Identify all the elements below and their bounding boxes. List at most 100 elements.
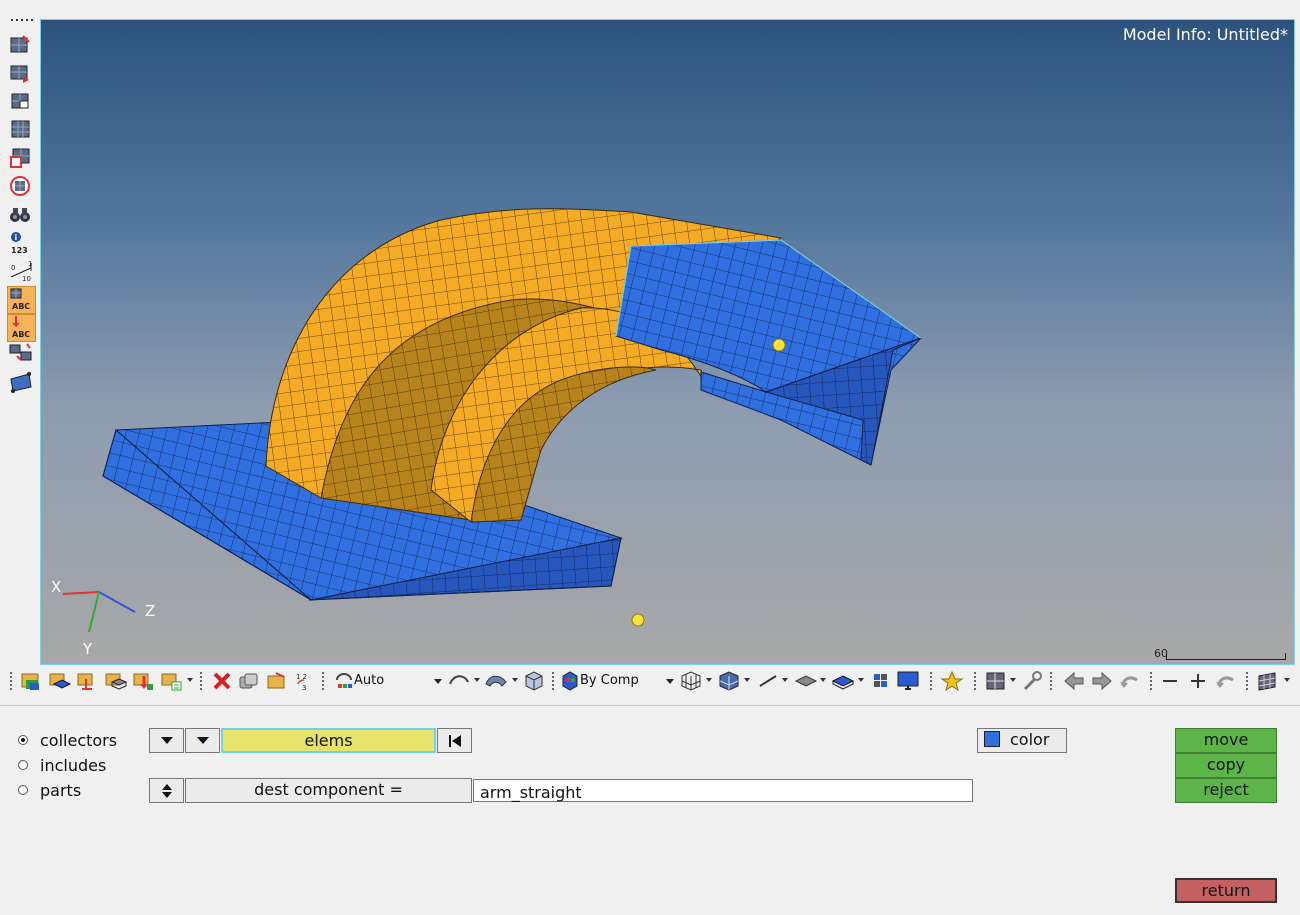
redo-view-icon[interactable] — [1214, 670, 1238, 692]
solid-box-icon[interactable] — [522, 670, 546, 692]
property-icon[interactable] — [104, 670, 128, 692]
reject-button[interactable]: reject — [1175, 778, 1277, 803]
load-collector-icon[interactable] — [132, 670, 156, 692]
wrench-icon[interactable] — [1020, 670, 1044, 692]
svg-text:123: 123 — [11, 246, 28, 255]
elems-selector[interactable]: elems — [221, 728, 436, 753]
dest-toggle[interactable] — [149, 778, 184, 803]
shaded-mesh-icon[interactable] — [717, 670, 741, 692]
color-button[interactable]: color — [977, 728, 1067, 753]
svg-text:Y: Y — [82, 640, 93, 658]
unmask-icon[interactable] — [9, 62, 33, 84]
layout-icon[interactable] — [870, 670, 892, 692]
svg-text:0: 0 — [11, 264, 15, 272]
copy-button[interactable]: copy — [1175, 753, 1277, 778]
abc-down-icon[interactable]: ABC — [7, 314, 36, 342]
previous-view-icon[interactable] — [1062, 670, 1086, 692]
left-toolbar: i 123 0 1 10 ABC ABC — [0, 0, 40, 664]
radio-button[interactable] — [18, 760, 28, 770]
dropdown-arrow[interactable] — [782, 678, 788, 682]
toolbar-separator — [1246, 672, 1248, 690]
toolbar-separator — [552, 672, 554, 690]
surface-icon[interactable] — [9, 371, 33, 393]
organize-icon[interactable] — [238, 670, 262, 692]
mask-icon[interactable] — [9, 34, 33, 56]
set-icon[interactable] — [160, 670, 184, 692]
dropdown-arrow[interactable] — [744, 678, 750, 682]
count-icon[interactable]: i 123 — [9, 231, 33, 257]
import-icon[interactable] — [266, 670, 290, 692]
dropdown-arrow[interactable] — [858, 678, 864, 682]
toolbar-separator — [974, 672, 976, 690]
dest-component-field[interactable]: arm_straight — [473, 779, 973, 802]
graphics-viewport[interactable]: Model Info: Untitled* X Z Y 60 — [40, 19, 1295, 665]
dropdown-arrow[interactable] — [512, 678, 518, 682]
surface-display-icon[interactable] — [448, 670, 472, 692]
chevron-down-icon — [160, 737, 173, 744]
reverse-icon[interactable] — [9, 90, 33, 112]
color-mode-value: By Comp — [580, 673, 639, 688]
radio-button[interactable] — [18, 785, 28, 795]
reset-selection-button[interactable] — [437, 728, 472, 753]
dest-component-button[interactable]: dest component = — [185, 778, 472, 803]
svg-text:i: i — [15, 233, 18, 242]
svg-text:Z: Z — [145, 602, 155, 620]
distance-icon[interactable]: 0 1 10 — [9, 259, 33, 285]
svg-text:1: 1 — [28, 260, 32, 268]
toolbar-separator — [930, 672, 932, 690]
window-layout-icon[interactable] — [984, 670, 1008, 692]
next-view-icon[interactable] — [1090, 670, 1114, 692]
open-folder-icon[interactable] — [20, 670, 44, 692]
abc-label-icon[interactable]: ABC — [7, 286, 36, 314]
monitor-icon[interactable] — [896, 670, 922, 692]
radio-button[interactable] — [18, 735, 28, 745]
dropdown-arrow[interactable] — [1284, 678, 1290, 682]
plane-icon[interactable] — [794, 670, 818, 692]
radio-includes[interactable]: includes — [18, 756, 106, 775]
assembly-icon[interactable] — [76, 670, 100, 692]
component-icon[interactable] — [48, 670, 72, 692]
shaded-surface-icon[interactable] — [484, 670, 510, 692]
dropdown-arrow[interactable] — [706, 678, 712, 682]
return-button[interactable]: return — [1175, 878, 1277, 903]
scale-bar — [1166, 653, 1286, 660]
transform-icon[interactable] — [9, 342, 33, 364]
toolbar-separator — [322, 672, 324, 690]
show-all-icon[interactable] — [9, 118, 33, 140]
radio-parts[interactable]: parts — [18, 781, 81, 800]
radio-collectors[interactable]: collectors — [18, 731, 117, 750]
entity-type-switch[interactable] — [149, 728, 184, 753]
line-icon[interactable] — [756, 670, 780, 692]
undo-view-icon[interactable] — [1118, 670, 1142, 692]
isolate-icon[interactable] — [9, 175, 33, 197]
dropdown-arrow[interactable] — [187, 678, 193, 682]
find-icon[interactable] — [9, 147, 33, 169]
chevron-down-icon — [666, 679, 674, 684]
shaded-plane-icon[interactable] — [831, 670, 855, 692]
selection-options-switch[interactable] — [185, 728, 220, 753]
dropdown-arrow[interactable] — [474, 678, 480, 682]
move-button[interactable]: move — [1175, 728, 1277, 753]
radio-label: parts — [40, 781, 82, 800]
dots-handle-icon[interactable] — [9, 14, 33, 24]
radio-label: collectors — [40, 731, 118, 750]
svg-text:3: 3 — [302, 684, 306, 692]
zoom-out-icon[interactable] — [1158, 670, 1182, 692]
delete-icon[interactable] — [210, 670, 234, 692]
reset-icon — [448, 735, 461, 747]
star-icon[interactable] — [940, 670, 964, 692]
renumber-icon[interactable]: 1 23 — [294, 670, 318, 692]
binoculars-icon[interactable] — [9, 203, 33, 225]
geometry-mode-value: Auto — [354, 673, 385, 688]
zoom-in-icon[interactable] — [1186, 670, 1210, 692]
color-mode-select[interactable]: By Comp — [558, 670, 676, 692]
dropdown-arrow[interactable] — [820, 678, 826, 682]
svg-text:10: 10 — [22, 275, 31, 283]
color-swatch — [984, 731, 1000, 747]
mesh-view-icon[interactable] — [1256, 670, 1280, 692]
wireframe-icon[interactable] — [679, 670, 703, 692]
toolbar-grip — [10, 672, 12, 690]
mesh-model[interactable]: X Z Y — [41, 20, 1294, 664]
dropdown-arrow[interactable] — [1010, 678, 1016, 682]
geometry-mode-select[interactable]: Auto — [332, 670, 444, 692]
